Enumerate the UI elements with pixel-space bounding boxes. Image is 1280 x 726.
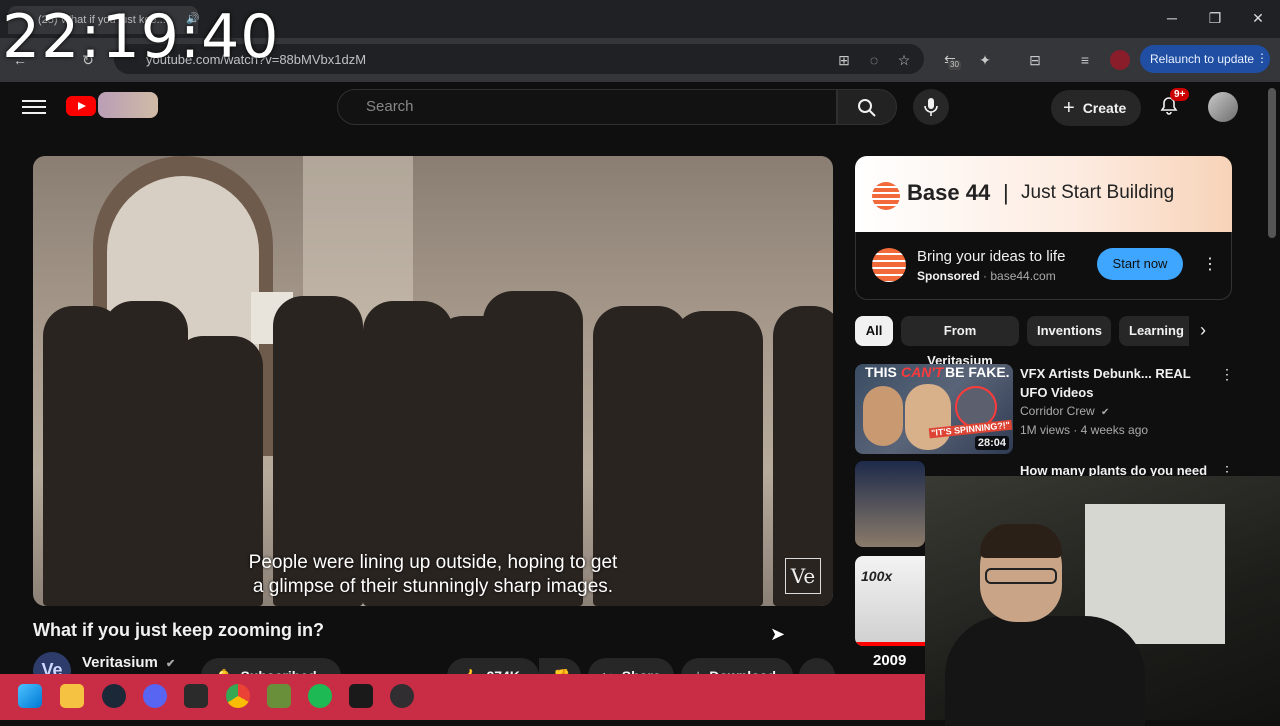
channel-watermark[interactable]: Ve <box>785 558 821 594</box>
progress-bar <box>855 642 925 646</box>
more-vert-icon[interactable]: ⋮ <box>1202 254 1218 274</box>
mic-icon <box>924 98 938 116</box>
ad-domain: base44.com <box>990 269 1056 283</box>
webcam-person-glasses <box>985 568 1057 584</box>
ad-brand: Base 44 <box>907 180 991 205</box>
channel-name[interactable]: Veritasium ✔ <box>82 654 175 671</box>
thumb-text: 2009 <box>873 652 907 669</box>
app-dark-icon[interactable] <box>349 684 373 708</box>
search-icon <box>858 99 876 117</box>
more-vert-icon: ⋮ <box>1256 51 1268 65</box>
steam-icon[interactable] <box>102 684 126 708</box>
reading-list-icon[interactable]: ≡ <box>1075 50 1095 70</box>
search-button[interactable] <box>837 89 897 125</box>
chip-inventions[interactable]: Inventions <box>1027 316 1111 346</box>
mic-button[interactable] <box>913 89 949 125</box>
thumb-text: 100x <box>861 568 893 584</box>
recommendation-item[interactable]: THIS CAN'T BE FAKE. "IT'S SPINNING?!" 28… <box>855 364 1235 454</box>
tracking-hidden-icon[interactable]: ◌ <box>864 50 884 70</box>
create-button[interactable]: + Create <box>1051 90 1141 126</box>
youtube-header: Search + Create 9+ <box>0 82 1280 134</box>
thumb-face <box>863 386 903 446</box>
search-input[interactable]: Search <box>337 89 837 125</box>
chrome-icon[interactable] <box>226 684 250 708</box>
recommendation-thumbnail[interactable]: 100x <box>855 556 925 646</box>
obs-icon[interactable] <box>390 684 414 708</box>
ad-cta-button[interactable]: Start now <box>1097 248 1183 280</box>
verified-icon: ✔ <box>166 658 176 670</box>
account-avatar[interactable] <box>1208 92 1238 122</box>
file-explorer-icon[interactable] <box>60 684 84 708</box>
recommendation-thumbnail[interactable]: 2009 <box>855 652 925 674</box>
chip-from-veritasium[interactable]: From Veritasium <box>901 316 1019 368</box>
relaunch-label: Relaunch to update <box>1150 52 1255 66</box>
youtube-doodle[interactable] <box>98 92 158 118</box>
close-window-icon[interactable]: ✕ <box>1248 10 1268 28</box>
relaunch-button[interactable]: Relaunch to update ⋮ <box>1140 45 1270 73</box>
video-duration: 28:04 <box>974 436 1009 450</box>
recommendation-thumbnail[interactable] <box>855 461 925 547</box>
verified-icon: ✔ <box>1101 407 1110 418</box>
video-player[interactable]: People were lining up outside, hoping to… <box>33 156 833 606</box>
create-label: Create <box>1082 100 1127 116</box>
chip-all[interactable]: All <box>855 316 893 346</box>
webcam-overlay <box>925 476 1280 726</box>
menu-icon[interactable] <box>22 96 46 118</box>
thumb-text: BE FAKE. <box>945 364 1010 380</box>
ad-banner[interactable]: Base 44 | Just Start Building <box>855 156 1232 232</box>
ad-tagline: Just Start Building <box>1021 182 1175 203</box>
extension-counter-icon[interactable]: ⇆ 30 <box>940 50 961 70</box>
install-app-icon[interactable]: ⊞ <box>834 50 854 70</box>
recommendation-title[interactable]: VFX Artists Debunk... REAL UFO Videos <box>1020 364 1210 402</box>
windows-taskbar <box>0 674 925 720</box>
caption-line-1: People were lining up outside, hoping to… <box>248 552 618 573</box>
ad-brand-logo <box>872 182 900 210</box>
recommendation-thumbnail[interactable]: THIS CAN'T BE FAKE. "IT'S SPINNING?!" 28… <box>855 364 1013 454</box>
tab-search-icon[interactable]: ⊟ <box>1025 50 1045 70</box>
ad-sponsored-line: Sponsored · base44.com <box>917 269 1056 283</box>
thumb-face <box>905 384 951 450</box>
minimize-icon[interactable]: ─ <box>1162 10 1182 28</box>
ad-sponsored-label: Sponsored <box>917 269 980 283</box>
webcam-person-body <box>945 616 1145 726</box>
chevron-right-icon[interactable]: › <box>1200 320 1206 341</box>
maximize-icon[interactable]: ❐ <box>1205 10 1225 28</box>
channel-text: Corridor Crew <box>1020 404 1095 418</box>
ad-advertiser-icon <box>872 248 906 282</box>
youtube-logo[interactable] <box>66 96 96 116</box>
roblox-icon[interactable] <box>184 684 208 708</box>
discord-icon[interactable] <box>143 684 167 708</box>
more-vert-icon[interactable]: ⋮ <box>1220 366 1234 383</box>
ad-separator: | <box>1003 180 1009 205</box>
clock-overlay: 22:19:40 <box>2 2 280 72</box>
webcam-person-hair <box>980 524 1062 558</box>
video-title: What if you just keep zooming in? <box>33 620 324 640</box>
plus-icon: + <box>1063 96 1075 119</box>
page-scrollbar[interactable] <box>1268 88 1276 238</box>
ad-card[interactable]: Bring your ideas to life Sponsored · bas… <box>855 232 1232 300</box>
notification-badge: 9+ <box>1170 88 1190 101</box>
caption-line-2: a glimpse of their stunningly sharp imag… <box>252 576 614 597</box>
extensions-puzzle-icon[interactable]: ✦ <box>975 50 995 70</box>
bookmark-star-icon[interactable]: ☆ <box>894 50 914 70</box>
thumb-text: THIS <box>865 364 897 380</box>
minecraft-icon[interactable] <box>267 684 291 708</box>
profile-avatar[interactable] <box>1110 50 1130 70</box>
windows-start-icon[interactable] <box>18 684 42 708</box>
recommendation-channel[interactable]: Corridor Crew ✔ <box>1020 404 1109 418</box>
recommendation-meta: 1M views · 4 weeks ago <box>1020 423 1149 437</box>
thumb-text: CAN'T <box>901 364 944 380</box>
ad-headline: Bring your ideas to life <box>917 248 1066 265</box>
mouse-cursor: ➤ <box>770 624 786 644</box>
video-caption: People were lining up outside, hoping to… <box>33 551 833 599</box>
channel-name-text: Veritasium <box>82 654 158 671</box>
extension-count-badge: 30 <box>948 60 961 70</box>
chip-learning[interactable]: Learning <box>1119 316 1189 346</box>
app-green-icon[interactable] <box>308 684 332 708</box>
